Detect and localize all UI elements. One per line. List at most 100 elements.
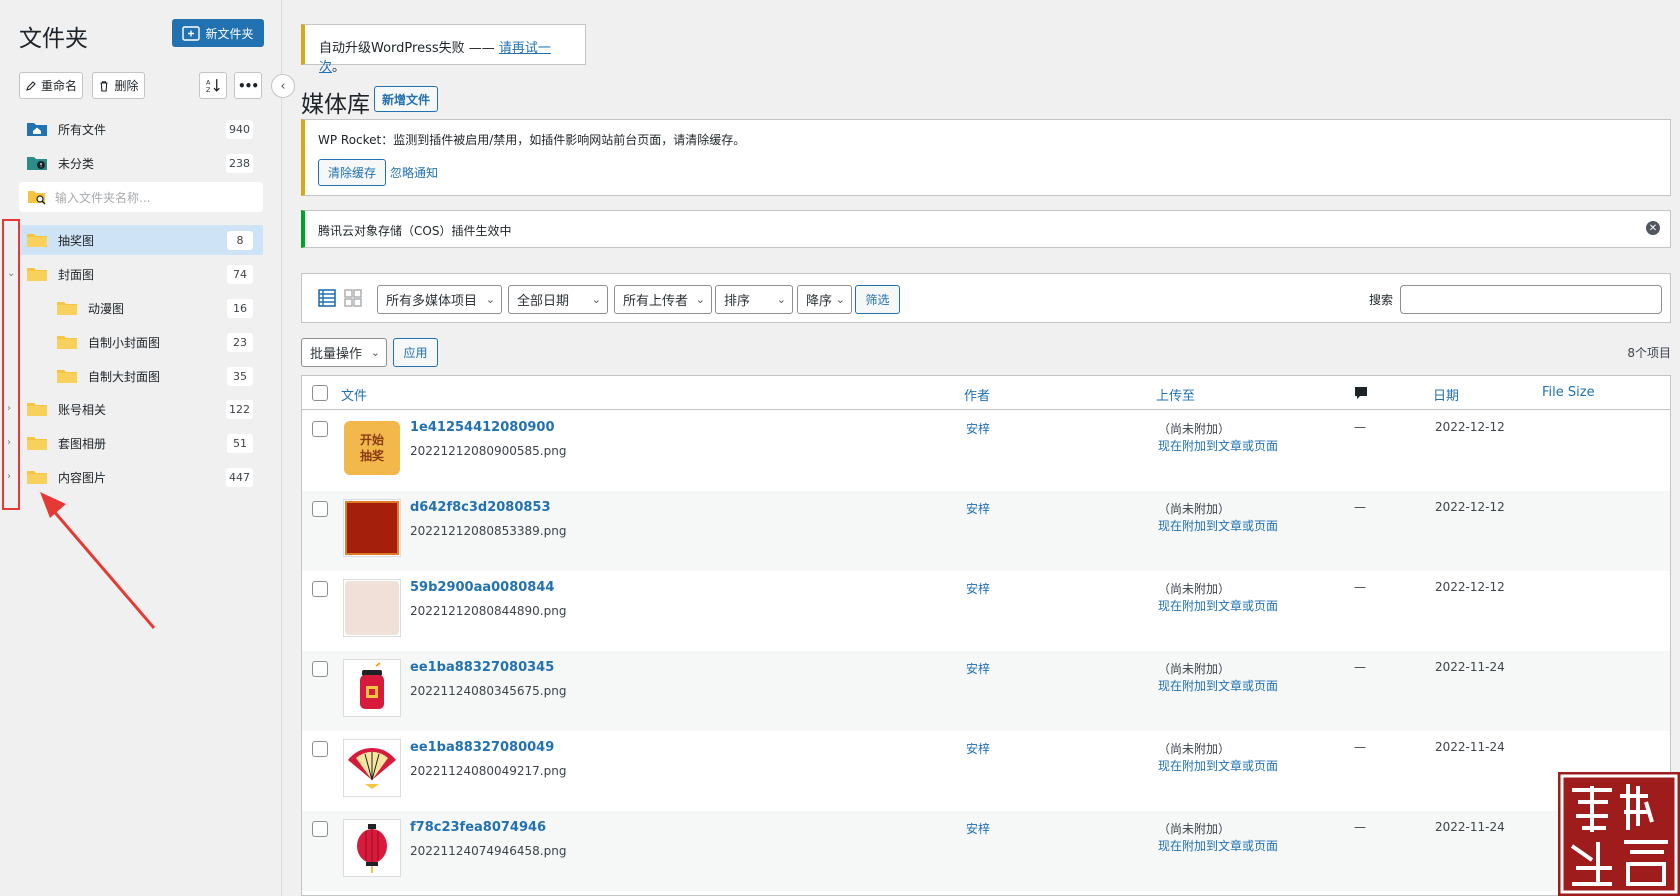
author-link[interactable]: 安梓 <box>966 660 990 677</box>
column-file[interactable]: 文件 <box>341 385 367 404</box>
media-title-link[interactable]: f78c23fea8074946 <box>410 820 546 835</box>
folder-icon <box>57 336 77 349</box>
thumbnail[interactable] <box>343 819 401 877</box>
author-link[interactable]: 安梓 <box>966 580 990 597</box>
media-title-link[interactable]: ee1ba88327080345 <box>410 660 554 675</box>
column-date[interactable]: 日期 <box>1433 385 1459 404</box>
folder-search-input[interactable]: 输入文件夹名称... <box>19 182 263 212</box>
folder-count: 16 <box>227 298 253 318</box>
attach-link[interactable]: 现在附加到文章或页面 <box>1158 597 1278 614</box>
thumbnail[interactable]: 开始 抽奖 <box>343 419 401 477</box>
folder-icon <box>57 302 77 315</box>
thumbnail-red-image <box>345 501 399 555</box>
folder-item-dongmantu[interactable]: 动漫图 16 <box>20 293 263 323</box>
dismiss-icon[interactable]: ✕ <box>1646 221 1660 235</box>
folder-item-small-cover[interactable]: 自制小封面图 23 <box>20 327 263 357</box>
uncategorized-item[interactable]: 未分类 238 <box>20 148 263 178</box>
author-link[interactable]: 安梓 <box>966 740 990 757</box>
row-checkbox[interactable] <box>312 501 328 517</box>
rename-label: 重命名 <box>40 79 77 93</box>
pencil-icon <box>26 80 36 91</box>
media-type-select[interactable]: 所有多媒体项目 ⌄ <box>377 285 502 314</box>
trash-icon <box>100 80 108 92</box>
items-count: 8个项目 <box>1627 346 1671 360</box>
search-label: 搜索 <box>1369 293 1394 307</box>
ignore-notice-link[interactable]: 忽略通知 <box>390 164 438 181</box>
list-view-icon[interactable] <box>317 288 337 308</box>
thumbnail[interactable] <box>343 739 401 797</box>
author-link[interactable]: 安梓 <box>966 820 990 837</box>
thumbnail[interactable] <box>343 659 401 717</box>
table-row: d642f8c3d2080853 20221212080853389.png 安… <box>302 491 1670 571</box>
wp-rocket-notice-text: WP Rocket：监测到插件被启用/禁用，如插件影响网站前台页面，请清除缓存。 <box>318 133 746 147</box>
upgrade-failed-notice: 自动升级WordPress失败 —— 请再试一次。 <box>301 24 586 75</box>
media-title-link[interactable]: d642f8c3d2080853 <box>410 500 551 515</box>
folder-label: 自制大封面图 <box>88 369 161 384</box>
delete-button[interactable]: 删除 <box>92 72 145 99</box>
folder-plus-icon <box>182 25 201 41</box>
new-folder-label: 新文件夹 <box>205 26 254 41</box>
firecracker-icon <box>360 662 384 709</box>
chevron-left-icon: ‹ <box>280 78 286 94</box>
author-link[interactable]: 安梓 <box>966 500 990 517</box>
unattached-text: （尚未附加） <box>1158 742 1231 756</box>
date-select[interactable]: 全部日期 ⌄ <box>508 285 608 314</box>
new-folder-button[interactable]: 新文件夹 <box>172 19 264 47</box>
folder-search-icon <box>28 191 46 205</box>
order-select[interactable]: 降序 ⌄ <box>797 285 852 314</box>
clear-cache-button[interactable]: 清除缓存 <box>318 159 387 186</box>
folder-icon <box>27 437 47 450</box>
thumbnail[interactable] <box>343 579 401 637</box>
row-checkbox[interactable] <box>312 821 328 837</box>
folder-item-fengmiantu[interactable]: ⌄ 封面图 74 <box>7 259 263 289</box>
add-new-file-button[interactable]: 新增文件 <box>374 86 439 112</box>
more-options-button[interactable]: ••• <box>234 72 262 99</box>
home-folder-icon <box>27 123 47 136</box>
column-uploaded-to[interactable]: 上传至 <box>1156 385 1195 404</box>
all-files-item[interactable]: 所有文件 940 <box>20 114 263 144</box>
row-checkbox[interactable] <box>312 421 328 437</box>
attach-link[interactable]: 现在附加到文章或页面 <box>1158 837 1278 854</box>
thumbnail[interactable] <box>343 499 401 557</box>
filter-button[interactable]: 筛选 <box>855 285 900 314</box>
table-row: 59b2900aa0080844 20221212080844890.png 安… <box>302 571 1670 651</box>
folder-item-account[interactable]: › 账号相关 122 <box>7 394 263 424</box>
grid-view-icon[interactable] <box>343 288 363 308</box>
author-link[interactable]: 安梓 <box>966 420 990 437</box>
comments-count: — <box>1354 500 1366 514</box>
folder-item-choujiangtu[interactable]: 抽奖图 8 <box>20 225 263 255</box>
unattached-text: （尚未附加） <box>1158 502 1231 516</box>
folder-item-large-cover[interactable]: 自制大封面图 35 <box>20 361 263 391</box>
media-type-value: 所有多媒体项目 <box>386 294 478 309</box>
row-checkbox[interactable] <box>312 741 328 757</box>
column-file-size[interactable]: File Size <box>1542 385 1595 400</box>
apply-button[interactable]: 应用 <box>393 338 438 367</box>
attach-link[interactable]: 现在附加到文章或页面 <box>1158 757 1278 774</box>
sort-button[interactable]: AZ <box>199 72 227 99</box>
attach-link[interactable]: 现在附加到文章或页面 <box>1158 677 1278 694</box>
comment-bubble-icon[interactable] <box>1354 386 1368 400</box>
delete-label: 删除 <box>114 79 139 93</box>
cos-plugin-notice: 腾讯云对象存储（COS）插件生效中 ✕ <box>301 210 1671 248</box>
media-library-main: 自动升级WordPress失败 —— 请再试一次。 媒体库 新增文件 WP Ro… <box>301 0 1671 896</box>
orderby-select[interactable]: 排序 ⌄ <box>715 285 793 314</box>
collapse-sidebar-button[interactable]: ‹ <box>271 74 295 98</box>
media-title-link[interactable]: 59b2900aa0080844 <box>410 580 554 595</box>
select-all-checkbox[interactable] <box>312 385 328 401</box>
rename-button[interactable]: 重命名 <box>19 72 83 99</box>
media-title-link[interactable]: 1e41254412080900 <box>410 420 555 435</box>
upload-date: 2022-12-12 <box>1435 420 1505 434</box>
bulk-action-select[interactable]: 批量操作 ⌄ <box>301 338 387 367</box>
attach-link[interactable]: 现在附加到文章或页面 <box>1158 517 1278 534</box>
row-checkbox[interactable] <box>312 661 328 677</box>
attach-link[interactable]: 现在附加到文章或页面 <box>1158 437 1278 454</box>
folder-label: 封面图 <box>58 267 95 282</box>
upgrade-notice-text: 自动升级WordPress失败 —— <box>319 41 499 56</box>
media-search-input[interactable] <box>1400 285 1662 314</box>
seal-glyph-icon <box>1560 774 1678 894</box>
uploader-select[interactable]: 所有上传者 ⌄ <box>614 285 712 314</box>
column-author: 作者 <box>964 389 991 404</box>
media-title-link[interactable]: ee1ba88327080049 <box>410 740 554 755</box>
row-checkbox[interactable] <box>312 581 328 597</box>
folder-item-album[interactable]: › 套图相册 51 <box>7 428 263 458</box>
